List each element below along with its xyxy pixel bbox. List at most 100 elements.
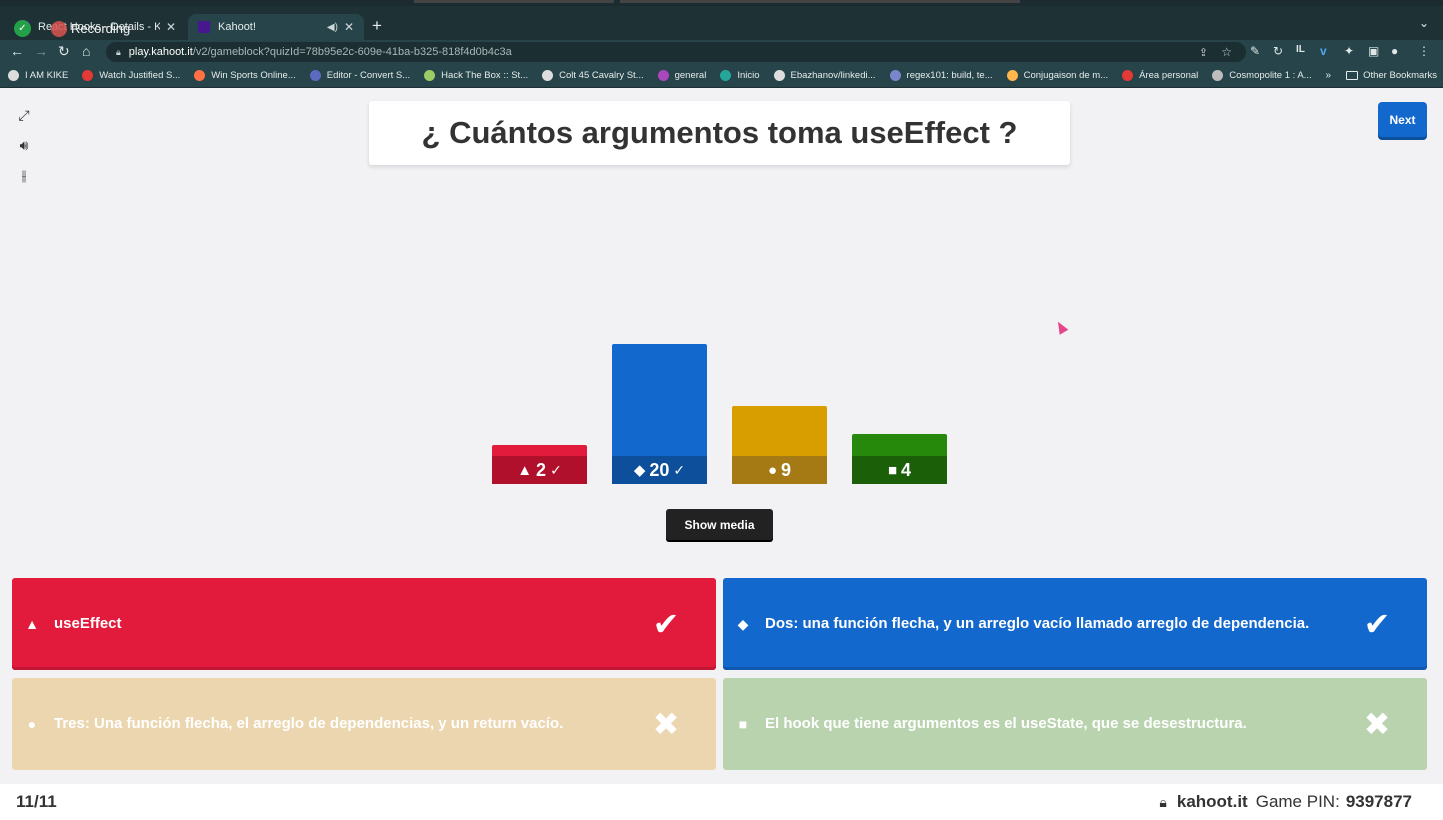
bookmark-label: Colt 45 Cavalry St... bbox=[559, 70, 644, 81]
result-count: 2 bbox=[536, 459, 547, 480]
result-bar-label: ■ 4 bbox=[852, 456, 947, 484]
bookmark-item[interactable]: Hack The Box :: St... bbox=[424, 70, 528, 81]
cross-icon: ✖ bbox=[652, 706, 680, 742]
question-title: ¿ Cuántos argumentos toma useEffect ? bbox=[369, 101, 1070, 165]
fullscreen-icon[interactable]: ⤢ bbox=[14, 105, 34, 125]
result-bar-label: ◆ 20 ✓ bbox=[612, 456, 707, 484]
result-bar-label: ● 9 bbox=[732, 456, 827, 484]
diamond-icon: ◆ bbox=[737, 615, 749, 632]
game-pin: 9397877 bbox=[1345, 792, 1412, 811]
bookmark-item[interactable]: Cosmopolite 1 : A... bbox=[1212, 70, 1312, 81]
result-bar-label: ▲ 2 ✓ bbox=[492, 456, 587, 484]
result-bar-triangle bbox=[492, 445, 587, 456]
bookmark-item[interactable]: Colt 45 Cavalry St... bbox=[542, 70, 644, 81]
question-counter: 11/11 bbox=[16, 792, 57, 811]
answer-text: useEffect bbox=[54, 615, 122, 632]
other-bookmarks[interactable]: Other Bookmarks bbox=[1346, 70, 1437, 81]
settings-sliders-icon[interactable]: ⫲ bbox=[14, 165, 34, 185]
answer-text: Tres: Una función flecha, el arreglo de … bbox=[54, 715, 564, 732]
recording-label: Recording bbox=[71, 21, 131, 36]
bookmark-item[interactable]: I AM KIKE bbox=[8, 70, 68, 81]
mouse-cursor-icon bbox=[1053, 319, 1069, 335]
bookmark-star-icon[interactable]: ☆ bbox=[1221, 45, 1232, 59]
bookmark-item[interactable]: Watch Justified S... bbox=[82, 70, 180, 81]
bookmark-favicon-icon bbox=[1006, 70, 1018, 81]
answer-text: Dos: una función flecha, y un arreglo va… bbox=[765, 615, 1310, 632]
bookmark-favicon-icon bbox=[720, 70, 732, 81]
lock-icon: 🔒︎ bbox=[116, 46, 121, 57]
speaker-icon[interactable]: ◀) bbox=[327, 22, 338, 33]
vimeo-extension-icon[interactable]: v bbox=[1320, 44, 1327, 58]
puzzle-extensions-icon[interactable]: ✦ bbox=[1344, 44, 1354, 58]
triangle-icon: ▲ bbox=[25, 616, 39, 632]
answer-option-triangle: ▲ useEffect ✔ bbox=[12, 578, 716, 670]
other-bookmarks-label: Other Bookmarks bbox=[1363, 70, 1437, 81]
bookmark-favicon-icon bbox=[8, 70, 19, 81]
bookmark-item[interactable]: general bbox=[657, 70, 706, 81]
circle-icon: ● bbox=[767, 461, 778, 479]
share-icon[interactable]: ⇪ bbox=[1199, 46, 1208, 59]
browser-toolbar: ← → ↻ ⌂ 🔒︎ play.kahoot.it /v2/gameblock?… bbox=[0, 40, 1443, 64]
folder-icon bbox=[1346, 71, 1359, 80]
lock-icon: 🔒︎ bbox=[1159, 793, 1167, 810]
bookmark-label: Watch Justified S... bbox=[99, 70, 181, 81]
tab-search-chevron-icon[interactable]: ⌄ bbox=[1419, 16, 1429, 30]
bookmark-item[interactable]: Inicio bbox=[720, 70, 760, 81]
pen-extension-icon[interactable]: ✎ bbox=[1250, 44, 1260, 58]
bookmark-item[interactable]: Conjugaison de m... bbox=[1006, 70, 1108, 81]
check-icon: ✓ bbox=[550, 461, 562, 478]
result-count: 9 bbox=[781, 459, 792, 480]
top-thumbnail bbox=[620, 0, 1020, 3]
tab-close-icon[interactable]: ✕ bbox=[166, 20, 176, 34]
game-pin-info: 🔒︎ kahoot.it Game PIN: 9397877 bbox=[1159, 792, 1412, 812]
kahoot-site: kahoot.it bbox=[1176, 792, 1248, 811]
answer-option-diamond: ◆ Dos: una función flecha, y un arreglo v… bbox=[723, 578, 1427, 670]
tab-title: Kahoot! bbox=[218, 21, 256, 33]
refresh-extension-icon[interactable]: ↻ bbox=[1273, 44, 1283, 58]
bookmark-favicon-icon bbox=[194, 70, 206, 81]
reload-icon[interactable]: ↻ bbox=[58, 43, 70, 60]
next-button[interactable]: Next bbox=[1378, 102, 1427, 137]
bookmarks-more-icon[interactable]: » bbox=[1325, 70, 1331, 81]
il-extension-icon[interactable]: IL bbox=[1296, 44, 1305, 55]
result-count: 4 bbox=[901, 459, 912, 480]
bookmark-favicon-icon bbox=[657, 70, 669, 81]
back-arrow-icon[interactable]: ← bbox=[10, 43, 24, 59]
bookmark-item[interactable]: Ebazhanov/linkedi... bbox=[773, 70, 876, 81]
bookmark-label: Inicio bbox=[737, 70, 760, 81]
new-tab-button[interactable]: + bbox=[372, 16, 382, 36]
home-icon[interactable]: ⌂ bbox=[82, 43, 90, 59]
result-bar-square bbox=[852, 434, 947, 456]
bookmark-favicon-icon bbox=[1212, 70, 1224, 81]
sidebar-panel-icon[interactable]: ▣ bbox=[1368, 44, 1379, 58]
bookmark-label: Ebazhanov/linkedi... bbox=[790, 70, 876, 81]
bookmark-favicon-icon bbox=[309, 70, 321, 81]
bookmark-item[interactable]: regex101: build, te... bbox=[889, 70, 993, 81]
bookmark-favicon-icon bbox=[424, 70, 436, 81]
circle-icon: ● bbox=[27, 716, 37, 732]
profile-avatar-icon[interactable]: ● bbox=[1391, 44, 1398, 58]
tab-kahoot[interactable]: Kahoot! ◀) ✕ bbox=[188, 14, 364, 40]
forward-arrow-icon[interactable]: → bbox=[34, 43, 48, 59]
show-media-button[interactable]: Show media bbox=[666, 509, 773, 540]
check-icon: ✔ bbox=[652, 606, 680, 642]
bookmark-label: Cosmopolite 1 : A... bbox=[1229, 70, 1312, 81]
bookmark-item[interactable]: Editor - Convert S... bbox=[309, 70, 411, 81]
bookmark-label: Editor - Convert S... bbox=[326, 70, 411, 81]
record-dot-icon bbox=[51, 20, 67, 37]
kahoot-favicon-icon bbox=[198, 21, 210, 33]
top-thumbnail bbox=[414, 0, 614, 3]
bookmark-item[interactable]: Área personal bbox=[1122, 70, 1198, 81]
bookmark-favicon-icon bbox=[82, 70, 94, 81]
speaker-icon[interactable]: 🔊︎ bbox=[14, 135, 34, 155]
url-host: play.kahoot.it bbox=[128, 46, 193, 58]
answer-option-square: ■ El hook que tiene argumentos es el useS… bbox=[723, 678, 1427, 770]
square-icon: ■ bbox=[887, 461, 898, 479]
bookmark-item[interactable]: Win Sports Online... bbox=[194, 70, 296, 81]
address-bar[interactable]: 🔒︎ play.kahoot.it /v2/gameblock?quizId=7… bbox=[106, 42, 1246, 62]
cross-icon: ✖ bbox=[1363, 706, 1391, 742]
browser-tab-bar: React Hooks - Details - Kahoot! ✕ Kahoot… bbox=[0, 6, 1443, 40]
bookmark-label: regex101: build, te... bbox=[906, 70, 993, 81]
tab-close-icon[interactable]: ✕ bbox=[344, 20, 354, 34]
browser-menu-icon[interactable]: ⋮ bbox=[1418, 44, 1430, 58]
